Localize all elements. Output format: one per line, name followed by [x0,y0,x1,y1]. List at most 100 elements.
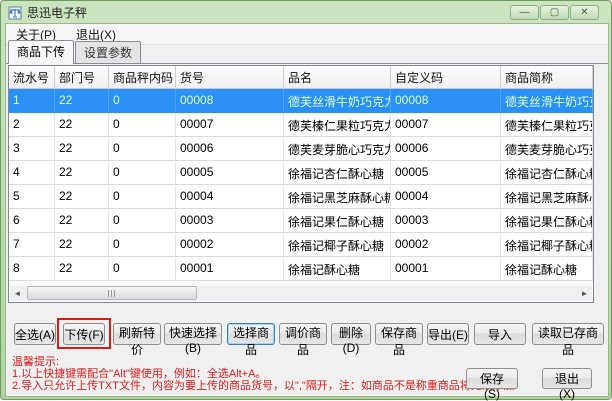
table-cell: 徐福记椰子酥心糖 [501,233,593,256]
table-cell: 00007 [176,113,284,136]
toolbar-button-调价商品[interactable]: 调价商品 [279,323,327,345]
table-cell: 德芙丝滑牛奶巧克力 [501,89,593,112]
hint-line-2: 2.导入只允许上传TXT文件，内容为要上传的商品货号，以","隔开，注：如商品不… [12,380,515,392]
column-header[interactable]: 商品秤内码 [109,66,176,88]
table-cell: 00001 [391,257,501,280]
table-cell: 00008 [391,89,501,112]
tab-settings[interactable]: 设置参数 [75,41,141,64]
column-header[interactable]: 流水号 [9,66,55,88]
table-cell: 德芙榛仁果粒巧克力 [501,113,593,136]
table-cell: 00005 [391,161,501,184]
table-cell: 德芙麦芽脆心巧克力 [501,137,593,160]
table-cell: 3 [9,137,55,160]
toolbar-button-刷新特价[interactable]: 刷新特价 [113,323,161,345]
table-row[interactable]: 822000001徐福记酥心糖00001徐福记酥心糖 [9,257,593,281]
toolbar-button-选择商品[interactable]: 选择商品 [227,323,275,345]
column-header[interactable]: 商品简称 [501,66,593,88]
table-cell: 00003 [391,209,501,232]
hint-title: 温馨提示: [12,356,515,368]
table-row[interactable]: 222000007德芙榛仁果粒巧克力00007德芙榛仁果粒巧克力 [9,113,593,137]
hint-line-1: 1.以上快捷键需配合"Alt"键使用，例如：全选Alt+A。 [12,368,515,380]
grid-body: 122000008德芙丝滑牛奶巧克力00008德芙丝滑牛奶巧克力22200000… [9,89,593,281]
tab-page-product-download: 流水号部门号商品秤内码货号品名自定义码商品简称 122000008德芙丝滑牛奶巧… [6,63,608,396]
table-cell: 0 [109,113,176,136]
title-bar: 思迅电子秤 — ▢ ✕ [5,3,607,22]
table-cell: 00003 [176,209,284,232]
column-header[interactable]: 自定义码 [391,66,501,88]
app-scale-icon [8,6,22,20]
table-cell: 0 [109,89,176,112]
tab-strip: 商品下传 设置参数 [8,45,142,64]
close-button[interactable]: ✕ [570,5,599,20]
table-cell: 0 [109,185,176,208]
scrollbar-thumb[interactable] [27,286,197,300]
table-cell: 22 [55,233,109,256]
table-cell: 6 [9,209,55,232]
toolbar-button-导出[interactable]: 导出(E) [427,323,469,345]
table-row[interactable]: 422000005徐福记杏仁酥心糖00005徐福记杏仁酥心糖 [9,161,593,185]
client-area: 关于(P) 退出(X) 商品下传 设置参数 流水号部门号商品秤内码货号品名自定义… [5,23,609,397]
product-table: 流水号部门号商品秤内码货号品名自定义码商品简称 122000008德芙丝滑牛奶巧… [8,65,594,303]
column-header[interactable]: 品名 [284,66,391,88]
table-cell: 1 [9,89,55,112]
toolbar-button-删除[interactable]: 删除(D) [331,323,371,345]
table-cell: 0 [109,233,176,256]
table-header-row: 流水号部门号商品秤内码货号品名自定义码商品简称 [9,66,593,89]
table-cell: 00002 [391,233,501,256]
table-cell: 徐福记果仁酥心糖 [501,209,593,232]
column-header[interactable]: 货号 [176,66,284,88]
app-window: 思迅电子秤 — ▢ ✕ 关于(P) 退出(X) 商品下传 设置参数 流水号部门号… [0,0,612,400]
table-cell: 00005 [176,161,284,184]
table-cell: 0 [109,161,176,184]
table-row[interactable]: 522000004徐福记黑芝麻酥心糖00004徐福记黑芝麻酥心糖 [9,185,593,209]
table-cell: 00007 [391,113,501,136]
table-cell: 8 [9,257,55,280]
exit-button[interactable]: 退出(X) [542,368,592,389]
toolbar-button-下传[interactable]: 下传(F) [63,323,105,345]
horizontal-scrollbar[interactable]: ◄ ► [10,286,592,301]
table-cell: 0 [109,137,176,160]
scroll-right-arrow-icon[interactable]: ► [577,287,592,300]
table-cell: 00008 [176,89,284,112]
maximize-button[interactable]: ▢ [540,5,569,20]
table-row[interactable]: 122000008德芙丝滑牛奶巧克力00008德芙丝滑牛奶巧克力 [9,89,593,113]
minimize-button[interactable]: — [510,5,539,20]
table-cell: 22 [55,89,109,112]
table-cell: 徐福记黑芝麻酥心糖 [501,185,593,208]
table-cell: 22 [55,161,109,184]
table-cell: 徐福记椰子酥心糖 [284,233,391,256]
toolbar: 全选(A) 下传(F) 刷新特价快速选择(B)选择商品调价商品删除(D)保存商品导出… [6,312,608,348]
table-cell: 徐福记杏仁酥心糖 [501,161,593,184]
table-cell: 4 [9,161,55,184]
table-cell: 2 [9,113,55,136]
table-row[interactable]: 322000006德芙麦芽脆心巧克力00006德芙麦芽脆心巧克力 [9,137,593,161]
toolbar-button-快速选择[interactable]: 快速选择(B) [164,323,222,345]
table-row[interactable]: 722000002徐福记椰子酥心糖00002徐福记椰子酥心糖 [9,233,593,257]
table-cell: 徐福记酥心糖 [501,257,593,280]
warning-hints: 温馨提示: 1.以上快捷键需配合"Alt"键使用，例如：全选Alt+A。 2.导… [12,356,515,392]
save-button[interactable]: 保存(S) [466,368,518,389]
toolbar-button-读取已存商品[interactable]: 读取已存商品 [532,323,604,345]
column-header[interactable]: 部门号 [55,66,109,88]
table-cell: 22 [55,257,109,280]
table-cell: 徐福记酥心糖 [284,257,391,280]
tab-product-download[interactable]: 商品下传 [8,40,74,64]
footer-area: 温馨提示: 1.以上快捷键需配合"Alt"键使用，例如：全选Alt+A。 2.导… [6,352,608,396]
toolbar-button-保存商品[interactable]: 保存商品 [375,323,423,345]
table-cell: 00004 [391,185,501,208]
window-controls: — ▢ ✕ [509,5,599,20]
table-cell: 0 [109,209,176,232]
table-cell: 00006 [176,137,284,160]
toolbar-button-导入[interactable]: 导入 [474,323,526,345]
toolbar-button-全选[interactable]: 全选(A) [14,323,56,345]
table-cell: 德芙丝滑牛奶巧克力 [284,89,391,112]
table-cell: 22 [55,137,109,160]
table-cell: 22 [55,185,109,208]
table-cell: 00001 [176,257,284,280]
table-cell: 德芙麦芽脆心巧克力 [284,137,391,160]
table-cell: 徐福记果仁酥心糖 [284,209,391,232]
table-row[interactable]: 622000003徐福记果仁酥心糖00003徐福记果仁酥心糖 [9,209,593,233]
table-cell: 徐福记黑芝麻酥心糖 [284,185,391,208]
scroll-left-arrow-icon[interactable]: ◄ [10,287,25,300]
scrollbar-grip-icon [108,290,116,297]
